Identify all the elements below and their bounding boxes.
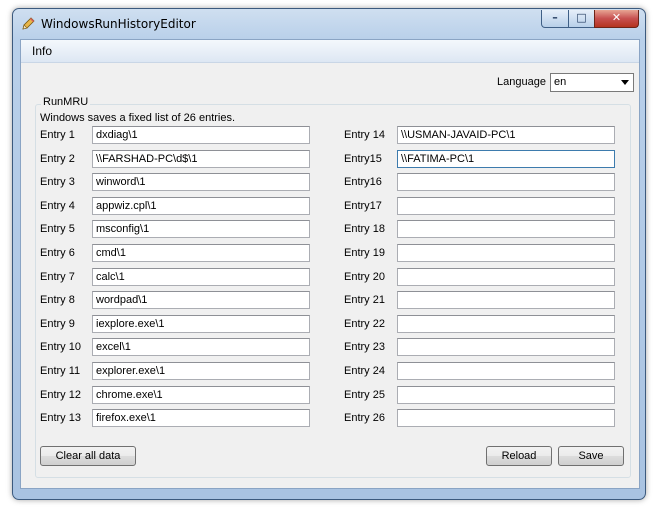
entry-input[interactable]: [397, 197, 615, 215]
entry-label: Entry 3: [40, 176, 75, 188]
close-button[interactable]: ✕: [594, 10, 639, 28]
entry-label: Entry 11: [40, 365, 81, 377]
group-description: Windows saves a fixed list of 26 entries…: [40, 112, 236, 124]
entry-input[interactable]: [397, 362, 615, 380]
entry-label: Entry 2: [40, 153, 75, 165]
menu-bar: Info: [21, 40, 639, 63]
entry-label: Entry 10: [40, 341, 81, 353]
entry-value: firefox.exe\1: [96, 412, 156, 424]
entry-label: Entry 4: [40, 200, 75, 212]
app-window: WindowsRunHistoryEditor – □ ✕ Info Langu…: [12, 8, 646, 500]
entry-input[interactable]: excel\1: [92, 338, 310, 356]
entry-label: Entry 22: [344, 318, 385, 330]
entry-value: explorer.exe\1: [96, 365, 166, 377]
entry-value: cmd\1: [96, 247, 126, 259]
entry-label: Entry 20: [344, 271, 385, 283]
entry-input[interactable]: \\USMAN-JAVAID-PC\1: [397, 126, 615, 144]
language-select[interactable]: en: [550, 73, 634, 92]
entry-value: \\USMAN-JAVAID-PC\1: [401, 129, 516, 141]
entry-value: appwiz.cpl\1: [96, 200, 157, 212]
language-value: en: [554, 76, 567, 88]
window-title: WindowsRunHistoryEditor: [41, 17, 196, 31]
entry-label: Entry 7: [40, 271, 75, 283]
entry-value: winword\1: [96, 176, 146, 188]
entry-input[interactable]: \\FATIMA-PC\1: [397, 150, 615, 168]
entry-label: Entry 25: [344, 389, 385, 401]
group-title: RunMRU: [41, 96, 91, 108]
chevron-down-icon: [621, 80, 629, 85]
close-icon: ✕: [611, 11, 622, 24]
minimize-icon: –: [552, 11, 558, 24]
entry-value: wordpad\1: [96, 294, 148, 306]
client-area: Info Language en RunMRU Windows saves a …: [20, 39, 640, 489]
entry-value: \\FARSHAD-PC\d$\1: [96, 153, 198, 165]
title-bar[interactable]: WindowsRunHistoryEditor – □ ✕: [13, 9, 645, 39]
pencil-icon: [22, 17, 35, 30]
maximize-button[interactable]: □: [568, 10, 595, 28]
entry-label: Entry 21: [344, 294, 385, 306]
entry-value: iexplore.exe\1: [96, 318, 165, 330]
entry-label: Entry 23: [344, 341, 385, 353]
entry-input[interactable]: calc\1: [92, 268, 310, 286]
entry-input[interactable]: [397, 173, 615, 191]
entry-input[interactable]: cmd\1: [92, 244, 310, 262]
entry-label: Entry17: [344, 200, 382, 212]
entry-label: Entry 19: [344, 247, 385, 259]
entry-value: calc\1: [96, 271, 125, 283]
entry-input[interactable]: [397, 244, 615, 262]
entry-label: Entry15: [344, 153, 382, 165]
entry-input[interactable]: [397, 220, 615, 238]
clear-all-button[interactable]: Clear all data: [40, 446, 136, 466]
entry-label: Entry 14: [344, 129, 385, 141]
entry-input[interactable]: wordpad\1: [92, 291, 310, 309]
entry-label: Entry 1: [40, 129, 75, 141]
entry-input[interactable]: [397, 315, 615, 333]
entry-label: Entry 18: [344, 223, 385, 235]
entry-input[interactable]: msconfig\1: [92, 220, 310, 238]
entry-label: Entry 5: [40, 223, 75, 235]
entry-label: Entry 26: [344, 412, 385, 424]
entry-input[interactable]: explorer.exe\1: [92, 362, 310, 380]
entry-label: Entry 8: [40, 294, 75, 306]
entry-label: Entry 12: [40, 389, 81, 401]
entry-value: chrome.exe\1: [96, 389, 163, 401]
entry-label: Entry16: [344, 176, 382, 188]
entry-label: Entry 13: [40, 412, 81, 424]
maximize-icon: □: [576, 11, 587, 24]
entry-input[interactable]: iexplore.exe\1: [92, 315, 310, 333]
save-button[interactable]: Save: [558, 446, 624, 466]
entry-input[interactable]: [397, 338, 615, 356]
entry-input[interactable]: \\FARSHAD-PC\d$\1: [92, 150, 310, 168]
entry-label: Entry 6: [40, 247, 75, 259]
entry-value: msconfig\1: [96, 223, 150, 235]
entry-label: Entry 24: [344, 365, 385, 377]
entry-value: dxdiag\1: [96, 129, 138, 141]
entry-input[interactable]: [397, 291, 615, 309]
entry-input[interactable]: appwiz.cpl\1: [92, 197, 310, 215]
entry-input[interactable]: [397, 409, 615, 427]
minimize-button[interactable]: –: [541, 10, 569, 28]
entry-value: \\FATIMA-PC\1: [401, 153, 475, 165]
entry-input[interactable]: winword\1: [92, 173, 310, 191]
menu-info[interactable]: Info: [26, 44, 58, 58]
reload-button[interactable]: Reload: [486, 446, 552, 466]
entry-input[interactable]: chrome.exe\1: [92, 386, 310, 404]
entry-input[interactable]: [397, 268, 615, 286]
entry-input[interactable]: firefox.exe\1: [92, 409, 310, 427]
entry-value: excel\1: [96, 341, 131, 353]
entry-input[interactable]: dxdiag\1: [92, 126, 310, 144]
entry-label: Entry 9: [40, 318, 75, 330]
language-label: Language: [497, 76, 546, 88]
entry-input[interactable]: [397, 386, 615, 404]
